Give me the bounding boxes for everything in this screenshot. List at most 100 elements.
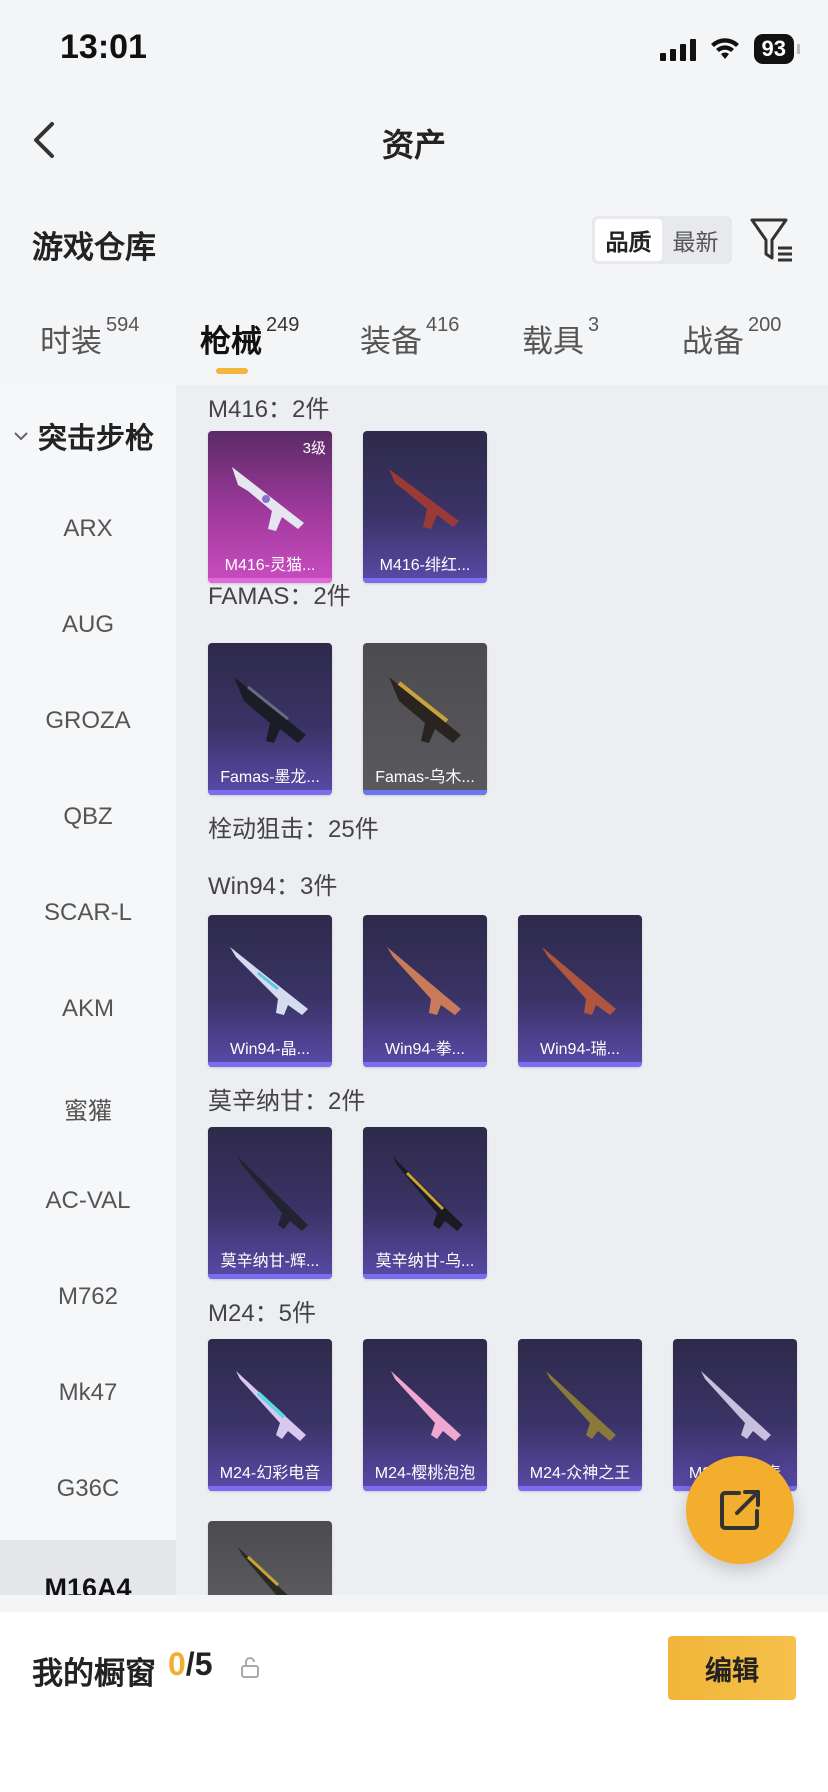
tab-count: 594 — [106, 314, 140, 336]
weapon-card[interactable]: Win94-拳... — [363, 915, 487, 1067]
sort-quality-button[interactable]: 品质 — [595, 219, 662, 261]
nav-bar: 资产 — [0, 100, 828, 180]
group-label: M24：5件 — [208, 1300, 317, 1327]
weapon-level-badge: 3级 — [302, 440, 326, 457]
rarity-bar — [208, 1486, 332, 1491]
sort-newest-button[interactable]: 最新 — [662, 219, 729, 261]
weapon-name: M24-幻彩电音 — [219, 1465, 321, 1482]
showcase-total: /5 — [185, 1646, 213, 1682]
rifle-icon — [542, 947, 616, 1015]
group-label: M416：2件 — [208, 396, 330, 423]
rarity-bar — [208, 790, 332, 795]
weapon-name: M416-灵猫... — [224, 557, 316, 574]
share-icon — [720, 1490, 760, 1530]
sidebar-item[interactable]: GROZA — [0, 707, 176, 735]
rarity-bar — [208, 1062, 332, 1067]
weapon-card[interactable]: M416-绯红... — [363, 431, 487, 583]
sidebar-item[interactable]: SCAR-L — [0, 899, 176, 927]
category-tabs: 时装 594 枪械 249 装备 416 载具 3 战备 200 — [0, 300, 828, 380]
rifle-icon — [701, 1371, 771, 1441]
weapon-card[interactable]: Win94-晶... — [208, 915, 332, 1067]
share-button[interactable] — [686, 1456, 794, 1564]
sidebar-item[interactable]: AUG — [0, 611, 176, 639]
sidebar-item[interactable]: Mk47 — [0, 1379, 176, 1407]
rifle-icon — [238, 1157, 308, 1231]
weapon-grid: M416：2件 3级 M416-灵猫... M416-绯红... FAMAS：2… — [176, 385, 828, 1595]
rarity-bar — [363, 790, 487, 795]
rarity-bar — [518, 1062, 642, 1067]
page-title: 资产 — [381, 127, 446, 163]
sidebar-category[interactable]: 突击步枪 — [12, 415, 154, 457]
rarity-bar — [363, 1274, 487, 1279]
weapon-name: Win94-拳... — [384, 1041, 466, 1058]
sidebar-item[interactable]: G36C — [0, 1475, 176, 1503]
weapon-card[interactable]: 莫辛纳甘-乌... — [363, 1127, 487, 1279]
rifle-icon — [389, 677, 461, 743]
rifle-icon — [389, 469, 459, 529]
active-tab-indicator — [216, 368, 248, 374]
weapon-card[interactable]: Win94-瑞... — [518, 915, 642, 1067]
rifle-icon — [387, 947, 461, 1015]
weapon-name: M24-樱桃泡泡 — [374, 1465, 476, 1482]
rarity-bar — [363, 578, 487, 583]
weapon-name: 莫辛纳甘-乌... — [375, 1253, 475, 1270]
rifle-icon — [236, 1371, 306, 1441]
weapon-card[interactable]: M24-樱桃泡泡 — [363, 1339, 487, 1491]
rifle-icon — [232, 467, 304, 531]
sidebar-item[interactable]: 蜜獾 — [0, 1091, 176, 1126]
group-label: 栓动狙击：25件 — [208, 816, 379, 843]
weapon-card[interactable]: M24-众神之王 — [518, 1339, 642, 1491]
weapon-card[interactable]: M24-幻彩电音 — [208, 1339, 332, 1491]
tab-label: 载具 — [522, 324, 584, 359]
weapon-card[interactable]: 莫辛纳甘-辉... — [208, 1127, 332, 1279]
showcase-bar: 我的橱窗 0/5 编辑 — [0, 1612, 828, 1792]
sidebar-item[interactable]: ARX — [0, 515, 176, 543]
tab-count: 200 — [748, 314, 782, 336]
sidebar-item[interactable]: M762 — [0, 1283, 176, 1311]
weapon-name: Win94-瑞... — [539, 1041, 621, 1058]
rifle-icon — [546, 1371, 616, 1441]
sidebar-item-active[interactable]: M16A4 — [0, 1540, 176, 1595]
tab-supplies[interactable]: 战备 200 — [682, 314, 782, 361]
tab-equipment[interactable]: 装备 416 — [360, 314, 460, 361]
weapon-card[interactable] — [208, 1521, 332, 1595]
lock-icon — [241, 1657, 259, 1678]
tab-label: 战备 — [682, 324, 744, 359]
warehouse-title: 游戏仓库 — [32, 230, 156, 265]
weapon-name: Win94-晶... — [229, 1041, 311, 1058]
showcase-title: 我的橱窗 — [32, 1656, 156, 1691]
tab-count: 416 — [426, 314, 460, 336]
weapon-name: 莫辛纳甘-辉... — [220, 1253, 320, 1270]
tab-label: 装备 — [360, 324, 422, 359]
signal-icon — [659, 37, 696, 61]
group-label: FAMAS：2件 — [208, 583, 351, 610]
weapon-name: Famas-乌木... — [375, 769, 475, 786]
tab-vehicles[interactable]: 载具 3 — [522, 314, 600, 361]
weapon-name: M24-众神之王 — [529, 1465, 631, 1482]
tab-fashion[interactable]: 时装 594 — [40, 314, 140, 361]
weapon-card[interactable]: Famas-乌木... — [363, 643, 487, 795]
rifle-icon — [230, 947, 308, 1015]
sort-toggle: 品质 最新 — [592, 216, 732, 264]
tab-count: 3 — [588, 314, 600, 336]
weapon-card[interactable]: 3级 M416-灵猫... — [208, 431, 332, 583]
sidebar-item[interactable]: QBZ — [0, 803, 176, 831]
rarity-bar — [518, 1486, 642, 1491]
sidebar-item[interactable]: AC-VAL — [0, 1187, 176, 1215]
sidebar-item[interactable]: AKM — [0, 995, 176, 1023]
edit-button[interactable]: 编辑 — [668, 1636, 796, 1700]
rifle-icon — [238, 1547, 288, 1595]
weapon-name: Famas-墨龙... — [220, 769, 320, 786]
group-label: 莫辛纳甘：2件 — [208, 1088, 366, 1115]
tab-count: 249 — [266, 314, 300, 336]
battery-indicator: 93 — [753, 34, 801, 64]
rifle-icon — [391, 1371, 461, 1441]
weapon-card[interactable]: Famas-墨龙... — [208, 643, 332, 795]
tab-label: 时装 — [40, 324, 102, 359]
rifle-icon — [393, 1157, 463, 1231]
weapon-name: M416-绯红... — [379, 557, 471, 574]
wifi-icon — [710, 38, 739, 59]
filter-icon[interactable] — [748, 214, 796, 266]
tab-firearms[interactable]: 枪械 249 — [200, 314, 300, 361]
status-time: 13:01 — [60, 28, 147, 66]
